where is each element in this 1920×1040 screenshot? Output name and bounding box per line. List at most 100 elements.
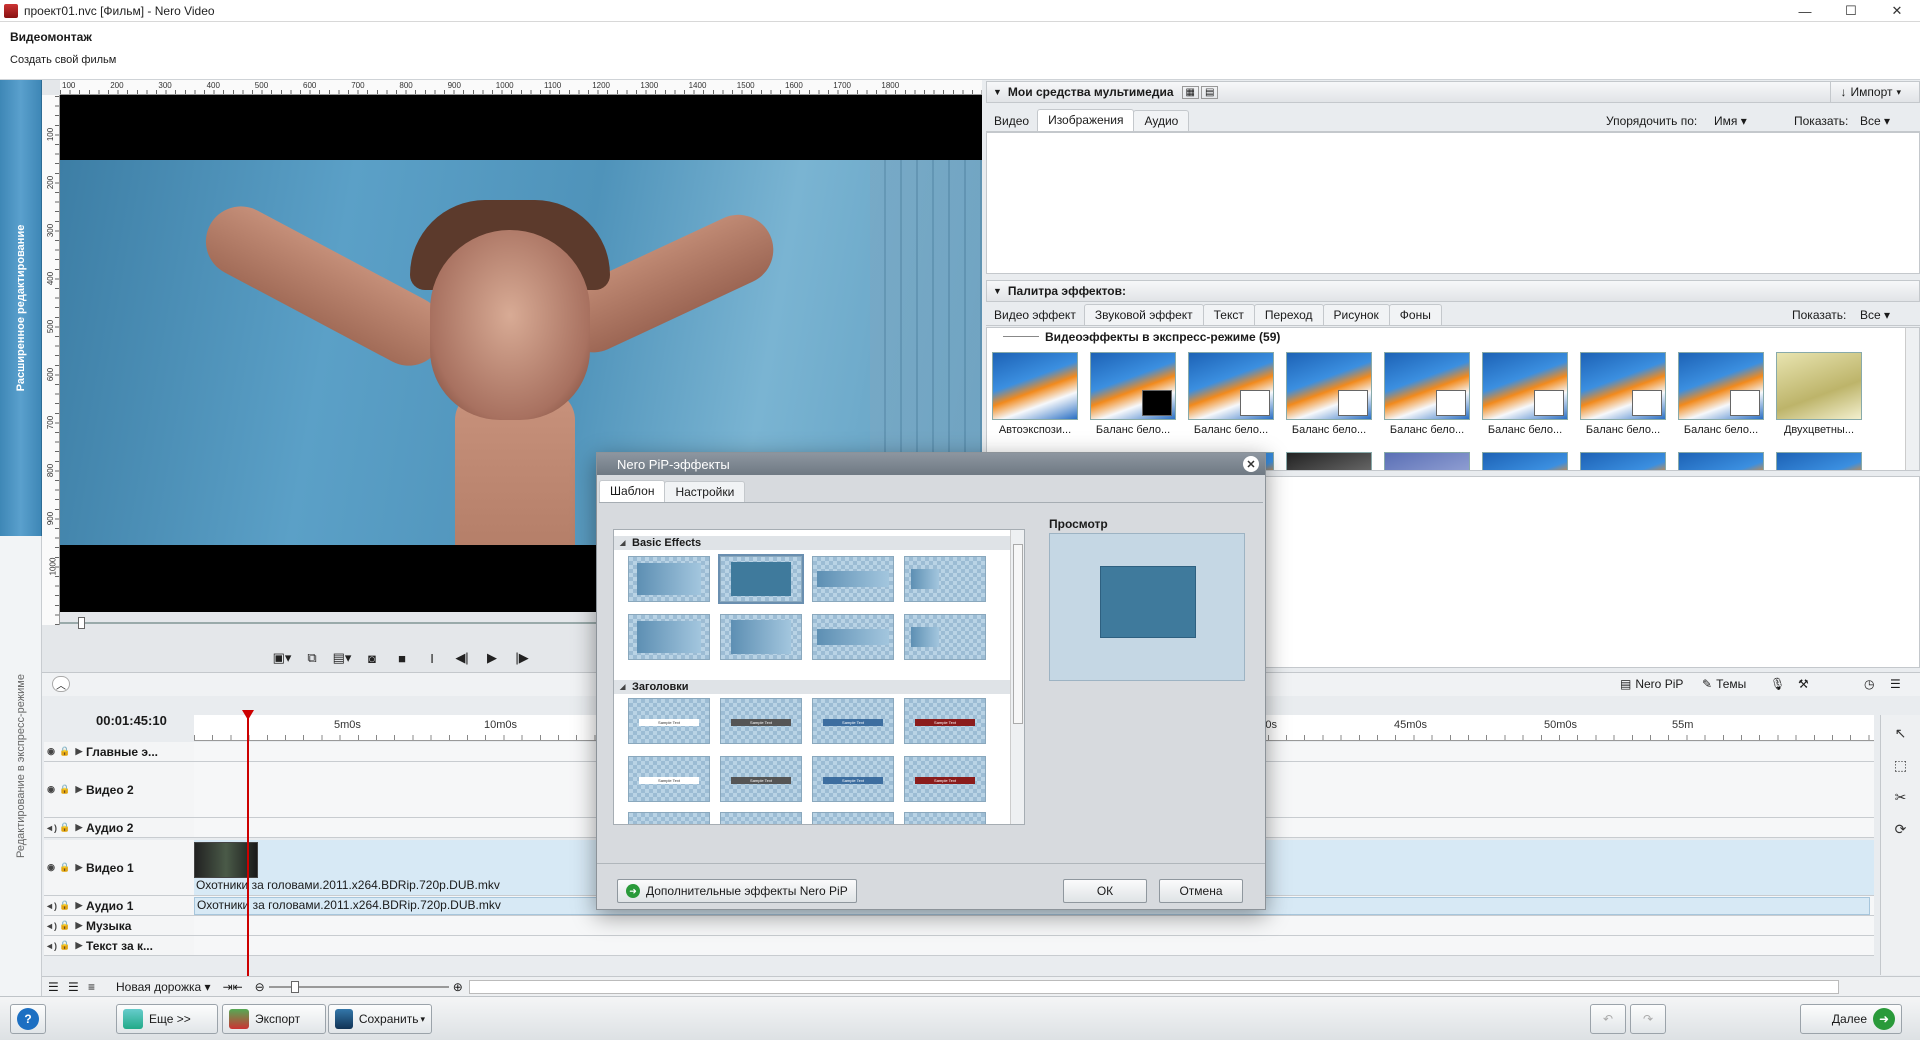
effect-thumbnail[interactable] xyxy=(1384,452,1470,470)
track-lane[interactable] xyxy=(194,916,1874,936)
pip-title-template[interactable]: Sample Text xyxy=(904,756,986,802)
effect-thumbnail[interactable] xyxy=(1482,352,1568,420)
view-thumbnails-icon[interactable]: ▦ xyxy=(1181,85,1199,99)
tab-audio-effect[interactable]: Звуковой эффект xyxy=(1083,304,1204,325)
section-basic-effects[interactable]: Basic Effects xyxy=(614,536,1012,550)
tab-transition[interactable]: Переход xyxy=(1253,304,1324,325)
tab-media-audio[interactable]: Аудио xyxy=(1133,110,1190,131)
tab-drawing[interactable]: Рисунок xyxy=(1322,304,1390,325)
new-track-dropdown[interactable]: Новая дорожка ▾ xyxy=(116,980,211,994)
pip-title-template[interactable] xyxy=(904,812,986,824)
lock-icon[interactable]: 🔒 xyxy=(58,784,72,795)
seek-knob[interactable] xyxy=(78,617,85,629)
effect-thumbnail[interactable] xyxy=(1384,352,1470,420)
more-button[interactable]: Еще >> xyxy=(116,1004,218,1034)
effect-thumbnail[interactable] xyxy=(992,352,1078,420)
dialog-close-icon[interactable]: ✕ xyxy=(1243,456,1259,472)
pip-template[interactable] xyxy=(720,614,802,660)
speaker-icon[interactable]: ◄) xyxy=(44,823,58,833)
pip-template[interactable] xyxy=(904,556,986,602)
select-icon[interactable]: ⬚ xyxy=(1887,751,1915,779)
zoom-out-icon[interactable]: ⊖ xyxy=(255,980,265,994)
effects-panel-header[interactable]: ▼ Палитра эффектов: xyxy=(986,280,1920,302)
previous-frame-icon[interactable]: ◀| xyxy=(450,646,474,670)
effect-thumbnail[interactable] xyxy=(1678,452,1764,470)
pip-title-template[interactable] xyxy=(812,812,894,824)
microphone-icon[interactable]: 🎙 xyxy=(1770,677,1785,691)
visibility-icon[interactable]: ◉ xyxy=(44,862,58,873)
import-button[interactable]: ↓ Импорт ▾ xyxy=(1829,82,1919,102)
expand-arrow-icon[interactable]: ▶ xyxy=(72,940,86,951)
minimize-button[interactable]: — xyxy=(1782,0,1828,22)
play-icon[interactable]: ▶ xyxy=(480,646,504,670)
expand-arrow-icon[interactable]: ▶ xyxy=(72,746,86,757)
help-button[interactable]: ? xyxy=(10,1004,46,1034)
zoom-slider[interactable] xyxy=(268,980,449,993)
effect-thumbnail[interactable] xyxy=(1580,352,1666,420)
next-button[interactable]: Далее ➜ xyxy=(1800,1004,1902,1034)
effect-thumbnail[interactable] xyxy=(1776,452,1862,470)
visibility-icon[interactable]: ◉ xyxy=(44,746,58,757)
pip-title-template[interactable]: Sample Text xyxy=(720,698,802,744)
snapshot-icon[interactable]: ◙ xyxy=(360,646,384,670)
lock-icon[interactable]: 🔒 xyxy=(58,900,72,911)
pip-button[interactable]: ▤ Nero PiP xyxy=(1620,677,1683,691)
pointer-icon[interactable]: ↖ xyxy=(1887,719,1915,747)
display-mode-icon[interactable]: ▣▾ xyxy=(270,646,294,670)
pip-title-template[interactable]: Sample Text xyxy=(812,698,894,744)
pip-title-template[interactable]: Sample Text xyxy=(628,698,710,744)
pip-template[interactable] xyxy=(718,554,804,604)
visibility-icon[interactable]: ◉ xyxy=(44,784,58,795)
playhead[interactable] xyxy=(247,712,249,976)
settings-icon[interactable]: ☰ xyxy=(1890,677,1901,691)
effect-thumbnail[interactable] xyxy=(1286,352,1372,420)
split-icon[interactable]: I xyxy=(420,646,444,670)
pip-template[interactable] xyxy=(812,556,894,602)
sort-dropdown[interactable]: Имя ▾ xyxy=(1714,114,1747,128)
timeline-scrollbar[interactable] xyxy=(468,979,1839,994)
expand-arrow-icon[interactable]: ▶ xyxy=(72,862,86,873)
zoom-in-icon[interactable]: ⊕ xyxy=(453,980,463,994)
undo-button[interactable]: ↶ xyxy=(1590,1004,1626,1034)
pip-title-template[interactable]: Sample Text xyxy=(812,756,894,802)
pip-title-template[interactable]: Sample Text xyxy=(720,756,802,802)
effect-thumbnail[interactable] xyxy=(1482,452,1568,470)
fit-icon[interactable]: ⧉ xyxy=(300,646,324,670)
pip-title-template[interactable]: Sample Text xyxy=(904,698,986,744)
track-header[interactable]: ◄) 🔒 ▶ Аудио 2 xyxy=(44,818,194,838)
export-button[interactable]: Экспорт xyxy=(222,1004,326,1034)
speaker-icon[interactable]: ◄) xyxy=(44,941,58,951)
media-show-dropdown[interactable]: Все ▾ xyxy=(1860,114,1890,128)
expand-arrow-icon[interactable]: ▶ xyxy=(72,900,86,911)
expand-arrow-icon[interactable]: ▶ xyxy=(72,822,86,833)
lock-icon[interactable]: 🔒 xyxy=(58,822,72,833)
pip-title-template[interactable]: Sample Text xyxy=(628,756,710,802)
effect-thumbnail[interactable] xyxy=(1090,352,1176,420)
effect-thumbnail[interactable] xyxy=(1678,352,1764,420)
rotate-icon[interactable]: ⟳ xyxy=(1887,815,1915,843)
themes-button[interactable]: ✎ Темы xyxy=(1702,677,1746,691)
scissors-icon[interactable]: ✂ xyxy=(1887,783,1915,811)
track-lane[interactable] xyxy=(194,936,1874,956)
aspect-icon[interactable]: ▤▾ xyxy=(330,646,354,670)
track-header[interactable]: ◄) 🔒 ▶ Аудио 1 xyxy=(44,896,194,916)
maximize-button[interactable]: ☐ xyxy=(1828,0,1874,22)
hammer-icon[interactable]: ⚒ xyxy=(1798,677,1809,691)
timer-icon[interactable]: ◷ xyxy=(1864,677,1874,691)
effect-thumbnail[interactable] xyxy=(1286,452,1372,470)
more-pip-effects-button[interactable]: ➜ Дополнительные эффекты Nero PiP xyxy=(617,879,857,903)
tab-backgrounds[interactable]: Фоны xyxy=(1388,304,1442,325)
tab-text[interactable]: Текст xyxy=(1202,304,1255,325)
fit-timeline-icon[interactable]: ⇥⇤ xyxy=(223,980,243,994)
pip-title-template[interactable] xyxy=(720,812,802,824)
view-medium-icon[interactable]: ☰ xyxy=(68,980,88,994)
track-header[interactable]: ◄) 🔒 ▶ Музыка xyxy=(44,916,194,936)
collapse-icon[interactable]: ︿ xyxy=(52,676,70,692)
next-frame-icon[interactable]: |▶ xyxy=(510,646,534,670)
view-small-icon[interactable]: ≡ xyxy=(88,980,108,994)
template-scrollbar[interactable] xyxy=(1010,530,1024,824)
pip-template[interactable] xyxy=(904,614,986,660)
pip-title-template[interactable] xyxy=(628,812,710,824)
track-header[interactable]: ◉ 🔒 ▶ Видео 1 xyxy=(44,840,194,896)
expand-arrow-icon[interactable]: ▶ xyxy=(72,920,86,931)
